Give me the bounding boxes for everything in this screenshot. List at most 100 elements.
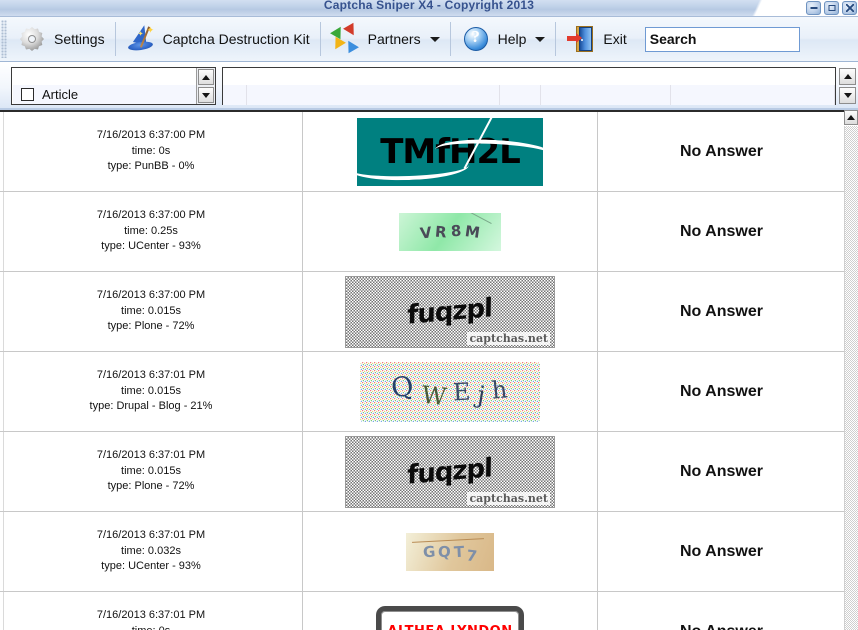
captcha-watermark: captchas.net [467, 491, 550, 505]
column-header-cell[interactable] [671, 85, 835, 105]
captcha-glyph: j [475, 380, 487, 409]
row-captcha-cell[interactable]: QWEjh [303, 352, 598, 431]
row-time: time: 0.25s [124, 224, 178, 237]
table-row[interactable]: 7/16/2013 6:37:00 PM time: 0.25s type: UCe… [0, 192, 845, 272]
captcha-glyph: h [490, 374, 509, 405]
row-meta-cell: 7/16/2013 6:37:01 PM time: 0.015s type: Pl… [0, 432, 303, 511]
chevron-down-icon[interactable] [429, 36, 440, 42]
article-listbox[interactable]: Article [11, 67, 216, 105]
column-header-row [223, 85, 835, 105]
triangle-up-icon [843, 74, 852, 79]
row-answer-cell: No Answer [680, 302, 763, 320]
gear-icon [17, 24, 47, 54]
grid-vertical-scrollbar[interactable] [844, 110, 858, 630]
minimize-button[interactable] [806, 1, 821, 15]
row-answer-cell: No Answer [598, 592, 845, 630]
row-answer-cell: No Answer [680, 542, 763, 560]
captcha-glyph: V [418, 222, 433, 243]
row-meta-cell: 7/16/2013 6:37:01 PM time: 0.032s type: UC… [0, 512, 303, 591]
table-row[interactable]: 7/16/2013 6:37:00 PM time: 0.015s type: Pl… [0, 272, 845, 352]
row-captcha-cell[interactable]: GQT7 [303, 512, 598, 591]
results-grid[interactable]: 7/16/2013 6:37:00 PM time: 0s type: PunBB … [0, 110, 858, 630]
window-controls [806, 1, 857, 15]
listbox-scrollbar[interactable] [196, 68, 215, 104]
row-time: time: 0.032s [121, 544, 181, 557]
window-title: Captcha Sniper X4 - Copyright 2013 [323, 0, 535, 12]
filter-scroll-up-button[interactable] [839, 68, 856, 85]
wizard-hat-icon: ✦ ✦ [126, 23, 156, 54]
maximize-button[interactable] [824, 1, 839, 15]
row-meta-cell: 7/16/2013 6:37:00 PM time: 0s type: PunBB … [0, 112, 303, 191]
table-row[interactable]: 7/16/2013 6:37:01 PMtime: 0stype: -ALTHE… [0, 592, 845, 630]
grid-scroll-track[interactable] [844, 126, 858, 630]
help-button[interactable]: ? Help [451, 17, 556, 62]
captcha-image: QWEjh [360, 361, 540, 422]
partners-label: Partners [367, 31, 421, 47]
column-header-cell[interactable] [247, 85, 500, 105]
results-grid-body: 7/16/2013 6:37:00 PM time: 0s type: PunBB … [0, 112, 845, 630]
row-answer-cell: No Answer [680, 222, 763, 240]
column-header-cell[interactable] [223, 85, 247, 105]
captcha-text: ALTHEA LYNDON [387, 624, 512, 630]
row-type: type: UCenter - 93% [101, 560, 201, 573]
captcha-destruction-kit-label: Captcha Destruction Kit [162, 31, 310, 47]
minimize-icon [810, 7, 817, 9]
row-type: type: Plone - 72% [107, 320, 195, 333]
listbox-item-article[interactable]: Article [13, 85, 196, 104]
exit-button[interactable]: Exit [556, 17, 636, 62]
close-button[interactable] [842, 1, 857, 15]
row-captcha-cell[interactable]: fuqzpl captchas.net [303, 432, 598, 511]
captcha-glyph: W [419, 380, 448, 411]
table-row[interactable]: 7/16/2013 6:37:01 PM time: 0.032s type: UC… [0, 512, 845, 592]
close-icon [845, 4, 854, 12]
row-time: time: 0.015s [121, 384, 181, 397]
row-timestamp: 7/16/2013 6:37:01 PM [96, 448, 206, 461]
exit-label: Exit [603, 31, 627, 47]
row-meta-cell: 7/16/2013 6:37:01 PM time: 0.015s type: Dr… [0, 352, 303, 431]
row-timestamp: 7/16/2013 6:37:01 PM [96, 608, 206, 621]
row-meta-cell: 7/16/2013 6:37:00 PM time: 0.25s type: UCe… [0, 192, 303, 271]
settings-button[interactable]: Settings [7, 17, 115, 62]
triangle-down-icon [202, 92, 210, 98]
question-mark-icon: ? [461, 24, 491, 54]
partners-button[interactable]: Partners [321, 17, 450, 62]
exit-door-icon [566, 24, 596, 54]
table-row[interactable]: 7/16/2013 6:37:01 PM time: 0.015s type: Dr… [0, 352, 845, 432]
listbox-scroll-down-button[interactable] [198, 87, 214, 103]
listbox-scroll-up-button[interactable] [198, 69, 214, 85]
triangle-up-icon [202, 74, 210, 80]
captcha-glyph: R [434, 222, 448, 241]
maximize-icon [828, 5, 835, 11]
column-header-panel[interactable] [222, 67, 836, 105]
article-checkbox[interactable] [21, 88, 34, 101]
row-captcha-cell[interactable]: TMfH2L [303, 112, 598, 191]
settings-label: Settings [54, 31, 105, 47]
column-header-cell[interactable] [541, 85, 671, 105]
search-input[interactable] [644, 26, 800, 52]
row-time: time: 0.015s [121, 464, 181, 477]
table-row[interactable]: 7/16/2013 6:37:00 PM time: 0s type: PunBB … [0, 112, 845, 192]
row-type: type: Drupal - Blog - 21% [89, 400, 213, 413]
table-row[interactable]: 7/16/2013 6:37:01 PM time: 0.015s type: Pl… [0, 432, 845, 512]
captcha-image: ALTHEA LYNDON [376, 605, 524, 630]
captcha-image: TMfH2L [357, 117, 543, 186]
chevron-down-icon[interactable] [535, 36, 546, 42]
row-captcha-cell[interactable]: VR8M [303, 192, 598, 271]
captcha-destruction-kit-button[interactable]: ✦ ✦ Captcha Destruction Kit [116, 17, 320, 62]
filter-scroll-down-button[interactable] [839, 87, 856, 104]
column-header-cell[interactable] [500, 85, 541, 105]
filter-strip: Article [0, 62, 858, 110]
captcha-glyph: E [452, 377, 472, 406]
row-timestamp: 7/16/2013 6:37:01 PM [96, 368, 206, 381]
filter-scrollbar[interactable] [838, 67, 857, 105]
captcha-watermark: captchas.net [467, 331, 550, 345]
row-type: type: UCenter - 93% [101, 240, 201, 253]
captcha-glyph: Q [389, 370, 417, 405]
row-captcha-cell[interactable]: ALTHEA LYNDON [303, 592, 598, 630]
captcha-glyph: 8 [450, 221, 462, 240]
row-captcha-cell[interactable]: fuqzpl captchas.net [303, 272, 598, 351]
recycle-arrows-icon [329, 22, 361, 54]
row-type: type: PunBB - 0% [107, 160, 195, 173]
captcha-glyph: M [464, 221, 482, 242]
grid-scroll-up-button[interactable] [844, 110, 858, 125]
